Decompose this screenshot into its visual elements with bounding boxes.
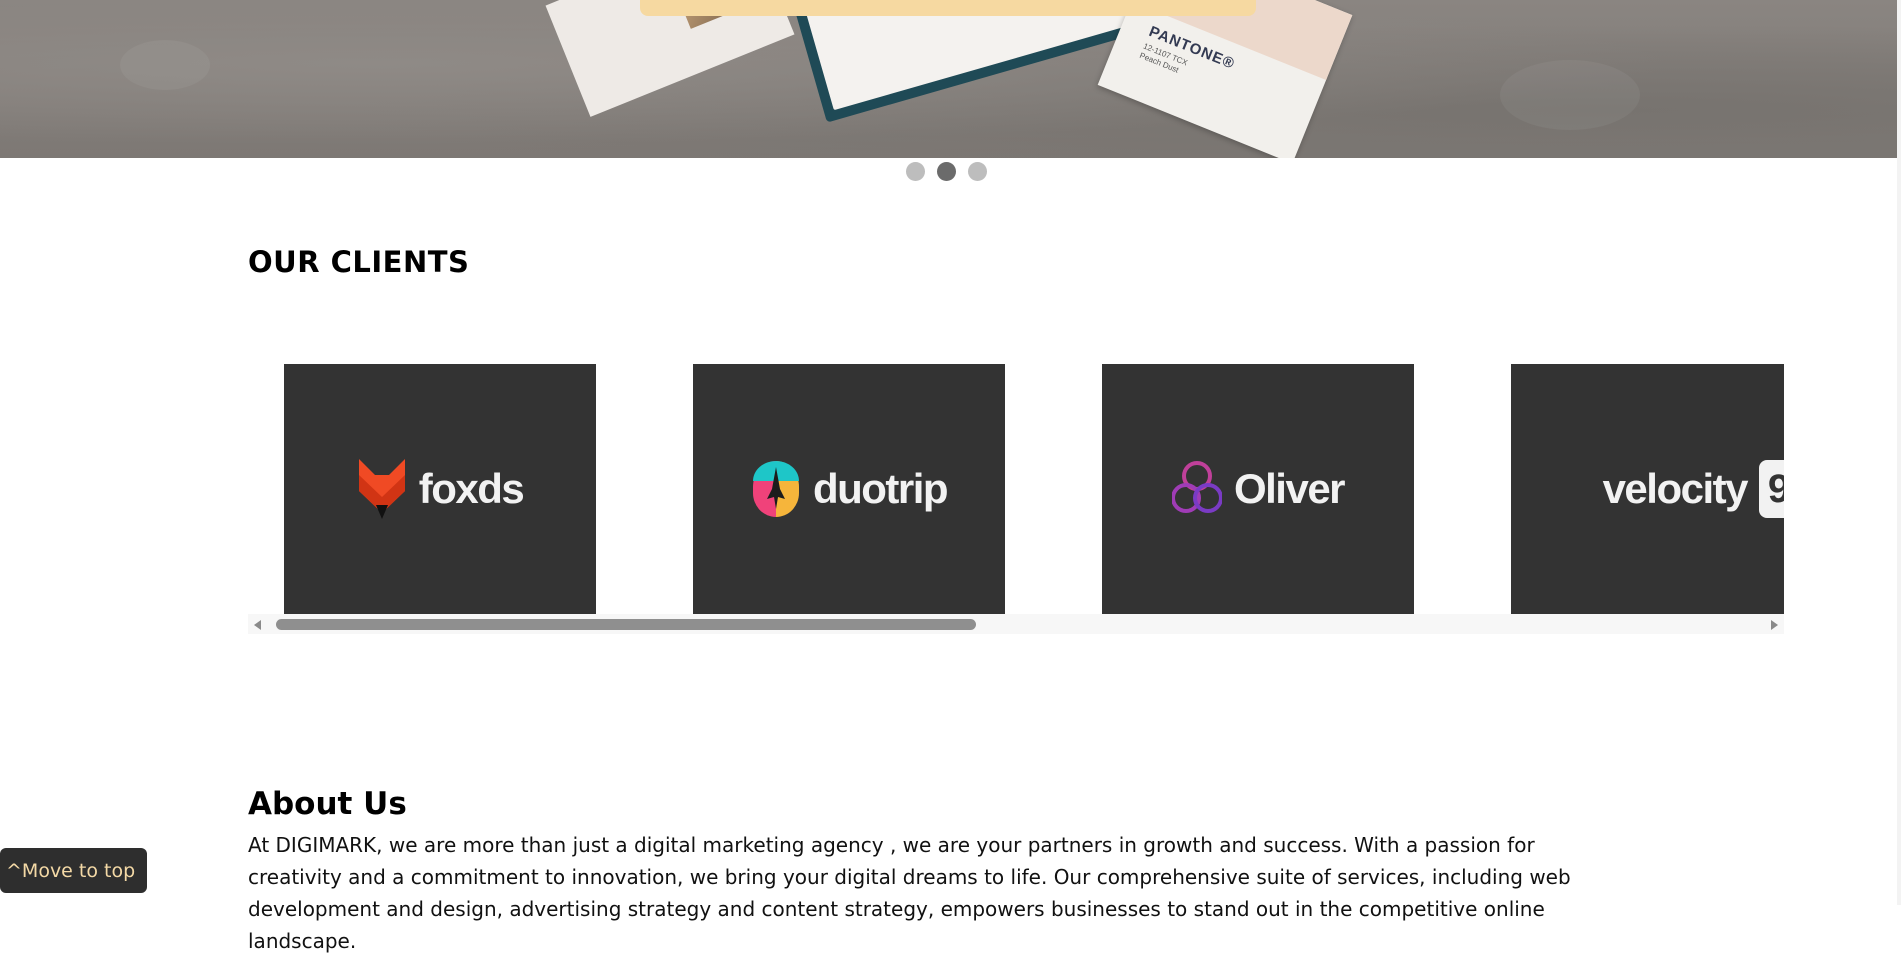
- clients-track: foxds duotrip Oliver velocity 9: [284, 364, 1784, 614]
- client-logo-foxds: foxds: [284, 364, 596, 614]
- scroll-left-arrow-icon[interactable]: [254, 620, 261, 630]
- hero-slide: PANTONE® 12-1107 TCX Peach Dust: [0, 0, 1897, 158]
- about-heading: About Us: [248, 786, 407, 822]
- page-scrollbar[interactable]: [1897, 0, 1901, 905]
- client-logo-velocity: velocity 9: [1511, 364, 1784, 614]
- client-name: velocity: [1602, 465, 1749, 512]
- client-name: Oliver: [1233, 465, 1346, 512]
- scrollbar-thumb[interactable]: [276, 619, 976, 630]
- hero-folder: [785, 0, 1145, 123]
- move-to-top-button[interactable]: ^Move to top: [0, 848, 147, 893]
- client-name: duotrip: [812, 465, 949, 512]
- rocket-logo-icon: [752, 461, 799, 517]
- pantone-card: PANTONE® 12-1107 TCX Peach Dust: [1097, 0, 1353, 158]
- hero-banner: [640, 0, 1256, 16]
- texture: [120, 40, 210, 90]
- about-paragraph: At DIGIMARK, we are more than just a dig…: [248, 833, 1571, 953]
- slider-dots: [906, 162, 987, 181]
- carousel-scrollbar[interactable]: [248, 614, 1784, 634]
- slider-dot-3[interactable]: [968, 162, 987, 181]
- slider-dot-2[interactable]: [937, 162, 956, 181]
- client-name: foxds: [418, 465, 525, 512]
- slider-dot-1[interactable]: [906, 162, 925, 181]
- client-logo-oliver: Oliver: [1102, 364, 1414, 614]
- clients-heading: OUR CLIENTS: [248, 245, 470, 279]
- scroll-right-arrow-icon[interactable]: [1771, 620, 1778, 630]
- fox-logo-icon: [358, 459, 405, 519]
- client-logo-duotrip: duotrip: [693, 364, 1005, 614]
- knot-logo-icon: [1171, 461, 1222, 513]
- hero-card-left: [545, 0, 795, 117]
- texture: [1500, 60, 1640, 130]
- clients-carousel[interactable]: foxds duotrip Oliver velocity 9: [248, 364, 1784, 614]
- velocity-badge: 9: [1759, 460, 1784, 518]
